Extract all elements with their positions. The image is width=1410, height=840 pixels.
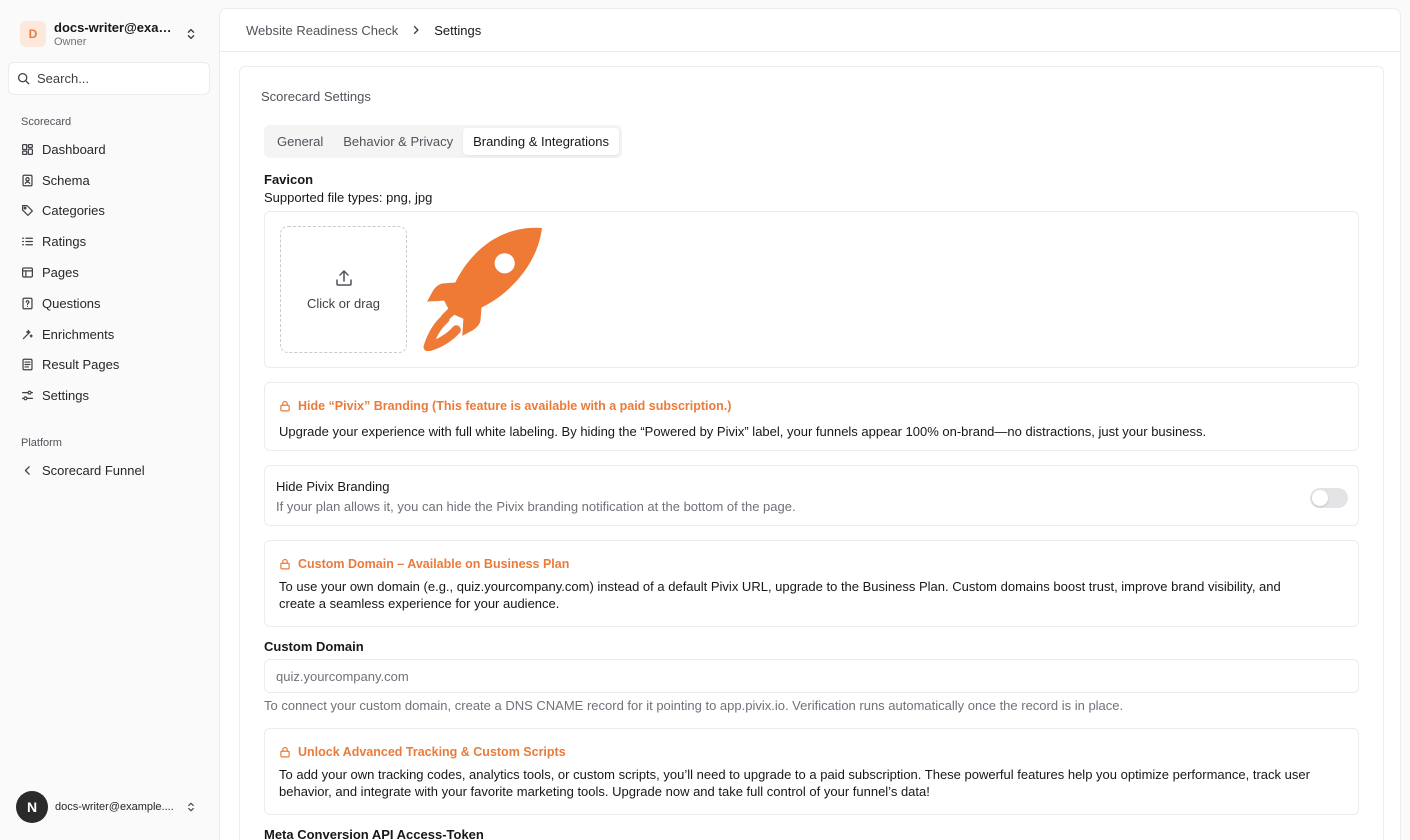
- dashboard-icon: [22, 143, 33, 155]
- avatar: N: [16, 791, 48, 823]
- sidebar-item-label: Result Pages: [42, 357, 120, 373]
- sidebar-item-ratings[interactable]: Ratings: [14, 226, 210, 257]
- tab-behavior-privacy[interactable]: Behavior & Privacy: [333, 128, 463, 155]
- tab-branding-integrations[interactable]: Branding & Integrations: [463, 128, 619, 155]
- custom-domain-hint: To connect your custom domain, create a …: [264, 698, 1124, 713]
- hide-branding-setting: Hide Pivix Branding If your plan allows …: [264, 465, 1359, 526]
- tracking-upgrade-notice: Unlock Advanced Tracking & Custom Script…: [264, 728, 1359, 815]
- sidebar-item-enrichments[interactable]: Enrichments: [14, 319, 210, 350]
- breadcrumb-current: Settings: [434, 22, 482, 38]
- schema-icon: [22, 174, 33, 187]
- settings-tabs: General Behavior & Privacy Branding & In…: [264, 125, 622, 158]
- card-title: Scorecard Settings: [261, 89, 371, 104]
- hide-branding-title: Hide Pivix Branding: [276, 479, 390, 494]
- user-email: docs-writer@example....: [55, 801, 174, 813]
- favicon-dropzone[interactable]: Click or drag: [280, 226, 407, 353]
- lock-icon: [280, 558, 290, 570]
- chevron-left-icon: [24, 466, 30, 475]
- branding-upgrade-notice: Hide “Pivix” Branding (This feature is a…: [264, 382, 1359, 451]
- notice-body: To add your own tracking codes, analytic…: [279, 767, 1310, 799]
- platform-nav: Scorecard Funnel: [14, 455, 210, 486]
- hide-branding-description: If your plan allows it, you can hide the…: [276, 499, 796, 514]
- chevron-right-icon: [414, 25, 419, 35]
- chevron-up-down-icon: [187, 28, 195, 40]
- notice-body: To use your own domain (e.g., quiz.yourc…: [279, 579, 1281, 611]
- sidebar-item-schema[interactable]: Schema: [14, 165, 210, 196]
- favicon-label: Favicon: [264, 172, 314, 187]
- notice-title: Unlock Advanced Tracking & Custom Script…: [279, 745, 566, 759]
- search-icon: [17, 72, 30, 85]
- notice-title: Custom Domain – Available on Business Pl…: [279, 557, 569, 571]
- sidebar-item-categories[interactable]: Categories: [14, 196, 210, 227]
- sidebar-item-dashboard[interactable]: Dashboard: [14, 134, 210, 165]
- breadcrumb: Website Readiness Check Settings: [220, 9, 1400, 52]
- notice-title-text: Hide “Pivix” Branding (This feature is a…: [298, 399, 732, 413]
- pages-icon: [22, 267, 33, 278]
- list-icon: [22, 237, 33, 246]
- lock-icon: [280, 746, 290, 758]
- chevron-up-down-icon: [188, 802, 194, 812]
- custom-domain-input[interactable]: [264, 659, 1359, 693]
- sidebar-item-label: Enrichments: [42, 326, 115, 342]
- favicon-upload-area: Click or drag: [264, 211, 1359, 368]
- sidebar-item-scorecard-funnel[interactable]: Scorecard Funnel: [14, 455, 210, 486]
- sidebar-item-settings[interactable]: Settings: [14, 380, 210, 411]
- account-avatar: D: [20, 21, 46, 47]
- sidebar-nav: Dashboard Schema Categories Ratings Page…: [14, 134, 210, 411]
- upload-label: Click or drag: [307, 296, 380, 311]
- account-info: docs-writer@exam... Owner: [54, 20, 184, 48]
- favicon-supported-types: Supported file types: png, jpg: [264, 190, 433, 205]
- tab-general[interactable]: General: [267, 128, 333, 155]
- rocket-icon: [423, 227, 542, 351]
- sidebar-item-label: Settings: [42, 388, 89, 404]
- notice-title-text: Custom Domain – Available on Business Pl…: [298, 557, 570, 571]
- sidebar-item-result-pages[interactable]: Result Pages: [14, 350, 210, 381]
- tag-icon: [22, 205, 33, 217]
- toggle-knob: [1312, 490, 1328, 506]
- sidebar-item-label: Pages: [42, 265, 79, 281]
- sidebar-item-label: Schema: [42, 172, 90, 188]
- sidebar-item-label: Questions: [42, 295, 101, 311]
- question-icon: [22, 297, 33, 310]
- group-label-platform: Platform: [21, 437, 62, 449]
- search-box[interactable]: [8, 62, 210, 95]
- notice-title-text: Unlock Advanced Tracking & Custom Script…: [298, 745, 566, 759]
- sidebar-item-label: Dashboard: [42, 141, 106, 157]
- account-name: docs-writer@exam...: [54, 20, 178, 35]
- account-switcher[interactable]: D docs-writer@exam... Owner: [8, 14, 210, 54]
- meta-access-token-label: Meta Conversion API Access-Token: [264, 827, 484, 840]
- result-icon: [22, 359, 33, 371]
- account-role: Owner: [54, 36, 87, 48]
- custom-domain-label: Custom Domain: [264, 639, 364, 654]
- enrichment-icon: [22, 329, 33, 339]
- sidebar-item-pages[interactable]: Pages: [14, 257, 210, 288]
- settings-icon: [22, 390, 33, 401]
- search-input[interactable]: [37, 71, 197, 86]
- notice-title: Hide “Pivix” Branding (This feature is a…: [279, 399, 731, 413]
- sidebar-item-label: Categories: [42, 203, 105, 219]
- upload-icon: [335, 270, 352, 286]
- user-menu[interactable]: N docs-writer@example....: [16, 791, 210, 823]
- sidebar-item-label: Ratings: [42, 234, 87, 250]
- notice-body: Upgrade your experience with full white …: [279, 424, 1207, 439]
- group-label-scorecard: Scorecard: [21, 116, 72, 128]
- breadcrumb-parent[interactable]: Website Readiness Check: [246, 23, 398, 38]
- sidebar: D docs-writer@exam... Owner Scorecard Da…: [0, 0, 218, 840]
- hide-branding-toggle[interactable]: [1310, 488, 1348, 508]
- sidebar-item-questions[interactable]: Questions: [14, 288, 210, 319]
- sidebar-item-label: Scorecard Funnel: [42, 462, 145, 478]
- settings-card: Scorecard Settings General Behavior & Pr…: [239, 66, 1384, 840]
- main-panel: Website Readiness Check Settings Scoreca…: [219, 8, 1401, 840]
- lock-icon: [280, 400, 290, 412]
- custom-domain-upgrade-notice: Custom Domain – Available on Business Pl…: [264, 540, 1359, 627]
